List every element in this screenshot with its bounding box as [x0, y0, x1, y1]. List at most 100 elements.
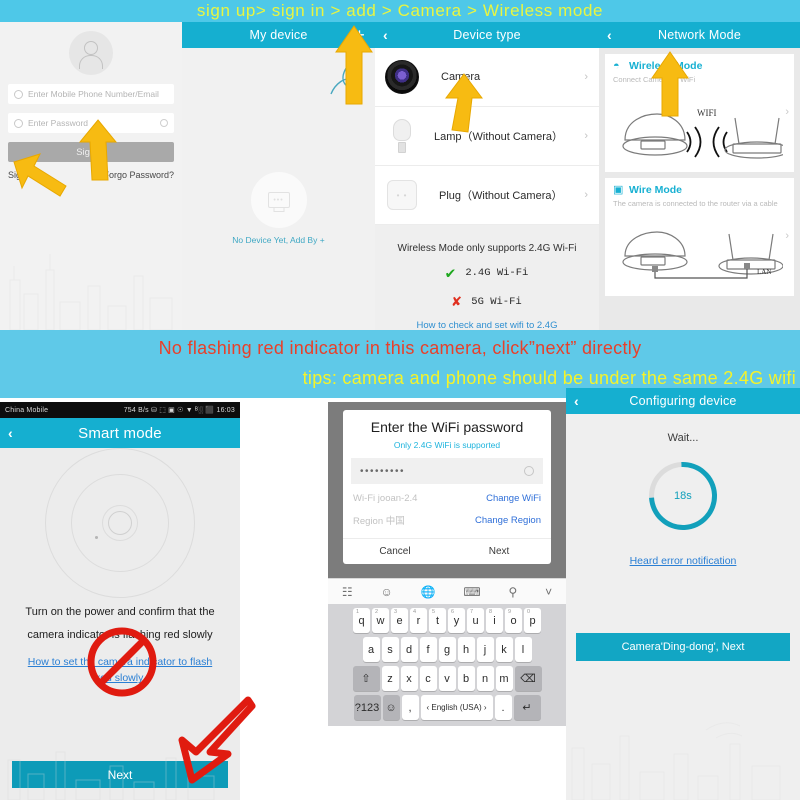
sign-up-link[interactable]: Sign Up — [8, 170, 40, 180]
ok-label: 2.4G Wi-Fi — [465, 267, 529, 279]
clipboard-icon[interactable]: ⌨ — [463, 585, 480, 599]
key-number: 5 — [432, 609, 436, 615]
monitor-dots: ••• — [273, 196, 284, 204]
back-icon[interactable]: ‹ — [383, 28, 388, 42]
symbols-key[interactable]: ?123 — [353, 695, 381, 720]
card-title: Wire Mode — [629, 184, 682, 196]
login-panel: Enter Mobile Phone Number/Email Enter Pa… — [0, 22, 182, 330]
change-region-link[interactable]: Change Region — [475, 515, 541, 526]
my-device-title: My device — [249, 28, 308, 42]
chevron-right-icon: › — [584, 189, 588, 201]
comma-key[interactable]: , — [401, 695, 419, 720]
enter-key[interactable]: ↵ — [513, 695, 541, 720]
key-l[interactable]: l — [514, 637, 532, 662]
key-r[interactable]: 4r — [410, 608, 427, 633]
space-key[interactable]: ‹ English (USA) › — [420, 695, 493, 720]
password-value: ••••••••• — [360, 465, 406, 477]
wifi-icon: ◓ — [613, 60, 620, 72]
key-j[interactable]: j — [476, 637, 494, 662]
key-n[interactable]: n — [476, 666, 494, 691]
dialog-overlay: Enter the WiFi password Only 2.4G WiFi i… — [328, 402, 566, 578]
wifi-note-title: Wireless Mode only supports 2.4G Wi-Fi — [397, 243, 577, 254]
key-u[interactable]: 7u — [467, 608, 484, 633]
key-x[interactable]: x — [400, 666, 418, 691]
device-type-row-plug[interactable]: • • Plug（Without Camera） › — [375, 166, 599, 225]
network-mode-panel: ‹ Network Mode ◓ Wireless Mode Connect C… — [599, 22, 800, 330]
back-icon[interactable]: ‹ — [607, 28, 612, 42]
empty-state-icon: ••• — [250, 172, 307, 228]
key-z[interactable]: z — [381, 666, 399, 691]
help-link-line1[interactable]: How to set the camera indicator to flash — [0, 644, 240, 670]
lock-icon — [14, 118, 23, 128]
password-field[interactable]: Enter Password — [8, 113, 174, 133]
forgot-password-link[interactable]: Forgo Password? — [103, 170, 174, 180]
wifi-note-link[interactable]: How to check and set wifi to 2.4G — [381, 320, 593, 330]
empty-state-text: No Device Yet, Add By + — [232, 235, 325, 245]
key-y[interactable]: 6y — [448, 608, 465, 633]
key-h[interactable]: h — [457, 637, 475, 662]
wire-diagram: LAN — [622, 231, 783, 279]
error-notification-link[interactable]: Heard error notification — [566, 555, 800, 567]
key-a[interactable]: a — [362, 637, 380, 662]
key-g[interactable]: g — [438, 637, 456, 662]
key-w[interactable]: 2w — [372, 608, 389, 633]
next-button[interactable]: Next — [447, 539, 551, 564]
region-label: Region 中国 — [353, 516, 405, 527]
network-card-wireless[interactable]: ◓ Wireless Mode Connect Camera to WiFi ›… — [605, 54, 794, 172]
key-p[interactable]: 0p — [524, 608, 541, 633]
status-bar: China Mobile 754 B/s ⛁ ⬚ ▣ ☉ ▼ ᴮ░ ⬛ 16:0… — [0, 402, 240, 418]
shift-key[interactable]: ⇧ — [352, 666, 380, 691]
check-icon: ✔ — [445, 265, 456, 283]
globe-icon[interactable]: 🌐 — [421, 585, 436, 599]
key-d[interactable]: d — [400, 637, 418, 662]
device-type-row-camera[interactable]: Camera › — [375, 48, 599, 107]
ding-dong-next-button[interactable]: Camera'Ding-dong', Next — [576, 633, 790, 661]
eye-icon[interactable] — [524, 466, 534, 476]
key-t[interactable]: 5t — [429, 608, 446, 633]
key-e[interactable]: 3e — [391, 608, 408, 633]
period-key[interactable]: . — [494, 695, 512, 720]
user-icon — [14, 89, 23, 99]
key-k[interactable]: k — [495, 637, 513, 662]
eye-icon[interactable] — [160, 119, 168, 127]
device-type-row-lamp[interactable]: Lamp（Without Camera） › — [375, 107, 599, 166]
help-link-line2[interactable]: red slowly — [0, 670, 240, 686]
grid-icon[interactable]: ☷ — [342, 585, 353, 599]
cancel-button[interactable]: Cancel — [343, 539, 447, 564]
key-s[interactable]: s — [381, 637, 399, 662]
no-label: 5G Wi-Fi — [471, 295, 522, 308]
phone-field[interactable]: Enter Mobile Phone Number/Email — [8, 84, 174, 104]
key-f[interactable]: f — [419, 637, 437, 662]
backspace-key[interactable]: ⌫ — [514, 666, 542, 691]
add-device-button[interactable]: + — [354, 26, 365, 44]
next-label: Next — [107, 767, 133, 782]
emoji-key[interactable]: ☺ — [382, 695, 400, 720]
card-subtitle: Connect Camera to WiFi — [613, 75, 696, 84]
emoji-icon[interactable]: ☺ — [380, 585, 392, 599]
wifi-note: Wireless Mode only supports 2.4G Wi-Fi ✔… — [375, 225, 599, 330]
back-icon[interactable]: ‹ — [8, 426, 13, 440]
back-icon[interactable]: ‹ — [574, 394, 579, 408]
network-card-wire[interactable]: ▣ Wire Mode The camera is connected to t… — [605, 178, 794, 296]
key-o[interactable]: 9o — [505, 608, 522, 633]
change-wifi-link[interactable]: Change WiFi — [486, 493, 541, 504]
key-number: 8 — [489, 609, 493, 615]
bulb-icon — [392, 119, 412, 153]
device-type-list: Camera › Lamp（Without Camera） › • • Plug… — [375, 48, 599, 225]
key-v[interactable]: v — [438, 666, 456, 691]
sign-in-button[interactable]: Sign In — [8, 142, 174, 162]
radar-animation — [0, 448, 240, 598]
password-input[interactable]: ••••••••• — [351, 458, 543, 484]
cross-icon: ✘ — [452, 294, 462, 311]
key-b[interactable]: b — [457, 666, 475, 691]
key-c[interactable]: c — [419, 666, 437, 691]
login-links: Sign Up Forgo Password? — [0, 162, 182, 180]
top-instruction-banner: sign up> sign in > add > Camera > Wirele… — [0, 0, 800, 22]
key-q[interactable]: 1q — [353, 608, 370, 633]
chevron-down-icon[interactable]: ˅ — [545, 585, 552, 599]
key-i[interactable]: 8i — [486, 608, 503, 633]
smart-mode-next-button[interactable]: Next — [12, 761, 228, 788]
key-m[interactable]: m — [495, 666, 513, 691]
wait-label: Wait... — [667, 432, 699, 444]
search-icon[interactable]: ⚲ — [508, 585, 517, 599]
